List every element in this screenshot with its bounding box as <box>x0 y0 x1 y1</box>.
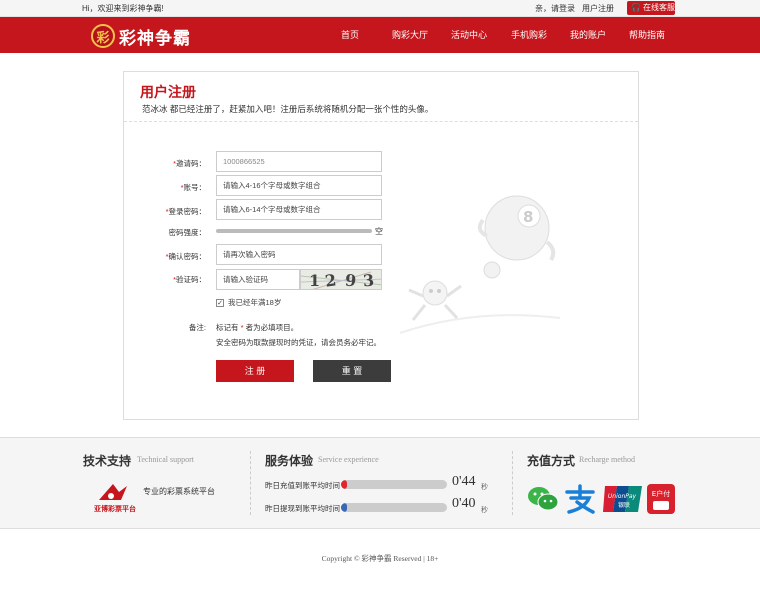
recharge-subtitle: Recharge method <box>579 455 636 464</box>
platform-logo: 亚博彩票平台 <box>94 484 136 513</box>
captcha-image[interactable]: 1 2 9 3 <box>300 269 382 290</box>
nav-activity[interactable]: 活动中心 <box>451 28 487 41</box>
register-button[interactable]: 注 册 <box>216 360 294 382</box>
separator <box>250 451 251 515</box>
account-input[interactable] <box>216 175 382 196</box>
header: 彩 彩神争霸 首页 购彩大厅 活动中心 手机购彩 我的账户 帮助指南 <box>0 17 760 53</box>
password-strength-text: 空 <box>375 227 383 236</box>
confirm-password-input[interactable] <box>216 244 382 265</box>
invite-code-input[interactable] <box>216 151 382 172</box>
epay-text: E户付 <box>652 489 670 498</box>
password-label: *登录密码： <box>165 207 206 216</box>
note-label: 备注: <box>188 323 206 332</box>
svg-text:8: 8 <box>523 208 533 226</box>
captcha-char: 9 <box>344 270 358 290</box>
deposit-time-value: 0'44 <box>452 474 476 489</box>
deposit-time-unit: 秒 <box>481 484 488 491</box>
register-link[interactable]: 用户注册 <box>582 3 614 14</box>
headset-icon: 🎧 <box>631 3 641 12</box>
nav-account[interactable]: 我的账户 <box>570 28 606 41</box>
withdraw-time-bar <box>341 503 447 512</box>
service-subtitle: Service experience <box>318 455 379 464</box>
logo-mark: 彩 <box>91 24 115 48</box>
confirm-label: *确认密码： <box>165 252 206 261</box>
captcha-input[interactable] <box>216 269 300 290</box>
nav-help[interactable]: 帮助指南 <box>629 28 665 41</box>
unionpay-text: UnionPay <box>608 493 637 500</box>
account-label: *账号： <box>180 183 206 192</box>
note-security: 安全密码为取款提现时的凭证，请会员务必牢记。 <box>216 338 381 347</box>
invite-label: *邀请码： <box>173 159 206 168</box>
tech-support-subtitle: Technical support <box>137 455 194 464</box>
top-bar: Hi，欢迎来到彩神争霸! 亲，请登录 用户注册 🎧 在线客服 <box>0 0 760 17</box>
register-description: 范冰冰 都已经注册了，赶紧加入吧！注册后系统将随机分配一张个性的头像。 <box>142 104 434 114</box>
withdraw-time-label: 昨日提现到账平均时间 <box>265 504 340 513</box>
withdraw-time-unit: 秒 <box>481 507 488 514</box>
password-input[interactable] <box>216 199 382 220</box>
strength-label: 密码强度： <box>168 228 207 237</box>
deposit-time-fill <box>341 480 348 489</box>
deposit-time-label: 昨日充值到账平均时间 <box>265 481 340 490</box>
recharge-title: 充值方式 <box>527 454 576 468</box>
login-link[interactable]: 亲，请登录 <box>535 3 575 14</box>
unionpay-cn-text: 银联 <box>618 501 630 509</box>
age-agree-label: 我已经年满18岁 <box>228 298 282 307</box>
epay-icon: E户付 <box>647 484 675 514</box>
logo-name: 彩神争霸 <box>119 28 191 49</box>
copyright: Copyright © 彩神争霸 Reserved | 18+ <box>321 554 439 563</box>
online-service-label: 在线客服 <box>642 3 675 12</box>
nav-lottery-hall[interactable]: 购彩大厅 <box>392 28 428 41</box>
divider <box>124 121 638 122</box>
captcha-char: 1 <box>309 271 321 290</box>
alipay-icon <box>565 484 595 514</box>
password-strength-bar <box>216 229 372 233</box>
platform-logo-text: 亚博彩票平台 <box>94 504 136 513</box>
welcome-text: Hi，欢迎来到彩神争霸! <box>82 4 164 13</box>
tech-support-title: 技术支持 <box>83 454 132 468</box>
online-service-button[interactable]: 🎧 在线客服 <box>627 1 675 15</box>
reset-button[interactable]: 重 置 <box>313 360 391 382</box>
nav-home[interactable]: 首页 <box>341 28 359 41</box>
platform-text: 专业的彩票系统平台 <box>143 487 215 496</box>
captcha-label: *验证码： <box>173 275 206 284</box>
site-logo[interactable]: 彩 彩神争霸 <box>91 23 191 49</box>
captcha-char: 3 <box>362 270 375 290</box>
nav-mobile[interactable]: 手机购彩 <box>511 28 547 41</box>
age-checkbox[interactable]: ✓ <box>216 298 224 307</box>
service-title: 服务体验 <box>265 454 314 468</box>
age-agree[interactable]: ✓ 我已经年满18岁 <box>216 297 281 308</box>
separator <box>512 451 513 515</box>
note-required: 标记有 * 者为必填项目。 <box>216 323 299 332</box>
withdraw-time-value: 0'40 <box>452 496 476 511</box>
page-title: 用户注册 <box>140 84 196 100</box>
deposit-time-bar <box>341 480 447 489</box>
unionpay-icon: UnionPay 银联 <box>603 486 642 512</box>
withdraw-time-fill <box>341 503 348 512</box>
wechat-pay-icon <box>528 487 559 511</box>
mascot-illustration: 8 <box>399 195 561 334</box>
